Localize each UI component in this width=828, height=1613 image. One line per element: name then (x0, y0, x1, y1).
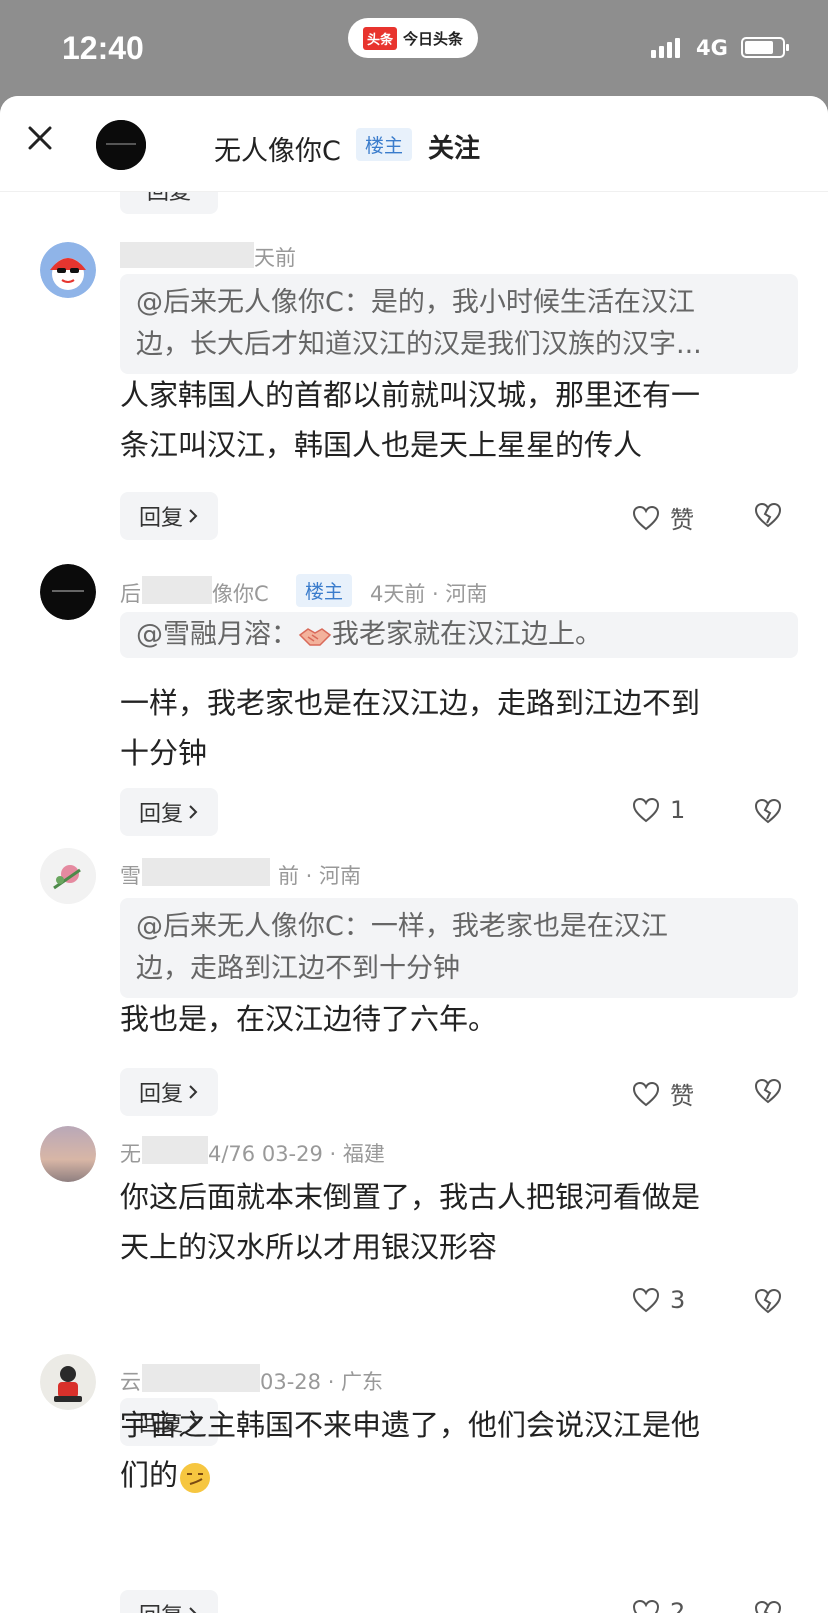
like-count: 2 (670, 1598, 686, 1613)
comment-text: 人家韩国人的首都以前就叫汉城，那里还有一 条江叫汉江，韩国人也是天上星星的传人 (120, 370, 810, 470)
comment-line: 一样，我老家也是在汉江边，走路到江边不到 (120, 686, 701, 720)
battery-icon (741, 37, 789, 58)
op-badge: 楼主 (356, 128, 413, 161)
like-button[interactable]: 3 (632, 1286, 685, 1314)
comment-list[interactable]: 回复 天前 @后来无人像你C：是的，我小时候生活在汉江 边，长大后才知道汉江的汉… (0, 96, 828, 1613)
comment-line: 我也是，在汉江边待了六年。 (120, 1002, 498, 1036)
comment-text: 我也是，在汉江边待了六年。 (120, 994, 810, 1044)
comment-meta: 天前 (254, 246, 296, 270)
like-button[interactable]: 赞 (632, 500, 694, 535)
like-button[interactable]: 赞 (632, 1076, 694, 1111)
status-bar: 12:40 头条 今日头条 4G (0, 0, 828, 96)
avatar[interactable] (40, 1354, 96, 1410)
heart-icon (632, 797, 660, 823)
app-indicator[interactable]: 头条 今日头条 (348, 18, 478, 58)
broken-heart-icon[interactable] (754, 502, 782, 530)
avatar[interactable] (40, 242, 96, 298)
reply-label: 回复 (139, 1598, 183, 1613)
heart-icon (632, 1081, 660, 1106)
broken-heart-icon[interactable] (754, 798, 782, 826)
quote-line: 边，长大后才知道汉江的汉是我们汉族的汉字... (136, 329, 702, 360)
comment-line: 你这后面就本末倒置了，我古人把银河看做是 (120, 1180, 701, 1214)
broken-heart-icon[interactable] (754, 1288, 782, 1316)
comment-text: 你这后面就本末倒置了，我古人把银河看做是 天上的汉水所以才用银汉形容 (120, 1172, 810, 1272)
status-time: 12:40 (62, 30, 144, 66)
heart-icon (632, 1287, 660, 1313)
reply-label: 回复 (138, 802, 183, 827)
comment-line: 条江叫汉江，韩国人也是天上星星的传人 (120, 428, 643, 462)
reply-button[interactable]: 回复 (120, 1590, 218, 1613)
blurred-username (120, 242, 254, 268)
comment-meta: 4/76 03-29 · 福建 (208, 1142, 385, 1166)
quoted-comment[interactable]: @后来无人像你C：一样，我老家也是在汉江 边，走路到江边不到十分钟 (120, 898, 798, 998)
like-button[interactable]: 1 (632, 796, 685, 824)
handshake-icon (298, 622, 332, 650)
op-badge: 楼主 (296, 574, 353, 607)
blurred-username (142, 1364, 260, 1392)
reply-label: 回复 (138, 506, 183, 531)
comment-meta: 前 · 河南 (278, 864, 362, 888)
quote-line: @后来无人像你C：一样，我老家也是在汉江 (136, 911, 668, 942)
comment-text: 一样，我老家也是在汉江边，走路到江边不到 十分钟 (120, 678, 810, 778)
quote-mention: @雪融月溶： (136, 619, 298, 650)
reply-button[interactable]: 回复 (120, 788, 218, 836)
avatar[interactable] (40, 1126, 96, 1182)
sheet-header: 无人像你C 楼主 关注 (0, 96, 828, 192)
like-count: 3 (670, 1286, 686, 1314)
comment-meta: 03-28 · 广东 (260, 1370, 384, 1394)
quote-line: @后来无人像你C：是的，我小时候生活在汉江 (136, 287, 695, 318)
heart-icon (632, 1599, 660, 1613)
like-button[interactable]: 2 (632, 1598, 685, 1613)
blurred-username (142, 1136, 208, 1164)
like-count: 赞 (670, 506, 694, 534)
blurred-username (142, 576, 212, 604)
reply-label: 回复 (138, 1082, 183, 1107)
author-name[interactable]: 无人像你C (214, 129, 341, 168)
chevron-right-icon (189, 805, 198, 819)
quoted-comment[interactable]: @雪融月溶： 我老家就在汉江边上。 (120, 612, 798, 658)
author-avatar[interactable] (96, 120, 146, 170)
like-count: 1 (670, 796, 686, 824)
comment-meta: 4天前 · 河南 (370, 582, 488, 606)
broken-heart-icon[interactable] (754, 1600, 782, 1613)
comment-line: 十分钟 (120, 736, 208, 770)
broken-heart-icon[interactable] (754, 1078, 782, 1106)
username-left: 云 (120, 1370, 141, 1394)
heart-icon (632, 505, 660, 530)
quote-text: 我老家就在汉江边上。 (332, 619, 602, 650)
reply-button[interactable]: 回复 (120, 492, 218, 540)
chevron-right-icon (189, 1085, 198, 1099)
reply-button[interactable]: 回复 (120, 1068, 218, 1116)
comment-line: 宇宙之主韩国不来申遗了，他们会说汉江是他 (120, 1408, 701, 1442)
username-left: 无 (120, 1142, 141, 1166)
close-icon[interactable] (22, 120, 58, 156)
avatar[interactable] (40, 564, 96, 620)
avatar[interactable] (40, 848, 96, 904)
username-left: 后 (120, 582, 141, 606)
comment-line: 人家韩国人的首都以前就叫汉城，那里还有一 (120, 378, 701, 412)
app-logo: 头条 (362, 26, 397, 50)
signal-icon (651, 36, 680, 58)
comment-text: 宇宙之主韩国不来申遗了，他们会说汉江是他 们的 (120, 1400, 810, 1500)
blurred-username (142, 858, 270, 886)
follow-button[interactable]: 关注 (428, 128, 480, 165)
chevron-right-icon (189, 1607, 197, 1613)
like-count: 赞 (670, 1082, 694, 1110)
comment-line: 们的 (120, 1458, 179, 1492)
chevron-right-icon (189, 509, 198, 523)
smirk-emoji-icon (178, 1460, 212, 1494)
network-type: 4G (696, 36, 728, 60)
app-name: 今日头条 (403, 29, 464, 48)
username-right: 像你C (212, 582, 269, 606)
quote-line: 边，走路到江边不到十分钟 (136, 953, 460, 984)
comment-line: 天上的汉水所以才用银汉形容 (120, 1230, 498, 1264)
username-left: 雪 (120, 864, 141, 888)
quoted-comment[interactable]: @后来无人像你C：是的，我小时候生活在汉江 边，长大后才知道汉江的汉是我们汉族的… (120, 274, 798, 374)
comment-sheet: 回复 天前 @后来无人像你C：是的，我小时候生活在汉江 边，长大后才知道汉江的汉… (0, 96, 828, 1613)
